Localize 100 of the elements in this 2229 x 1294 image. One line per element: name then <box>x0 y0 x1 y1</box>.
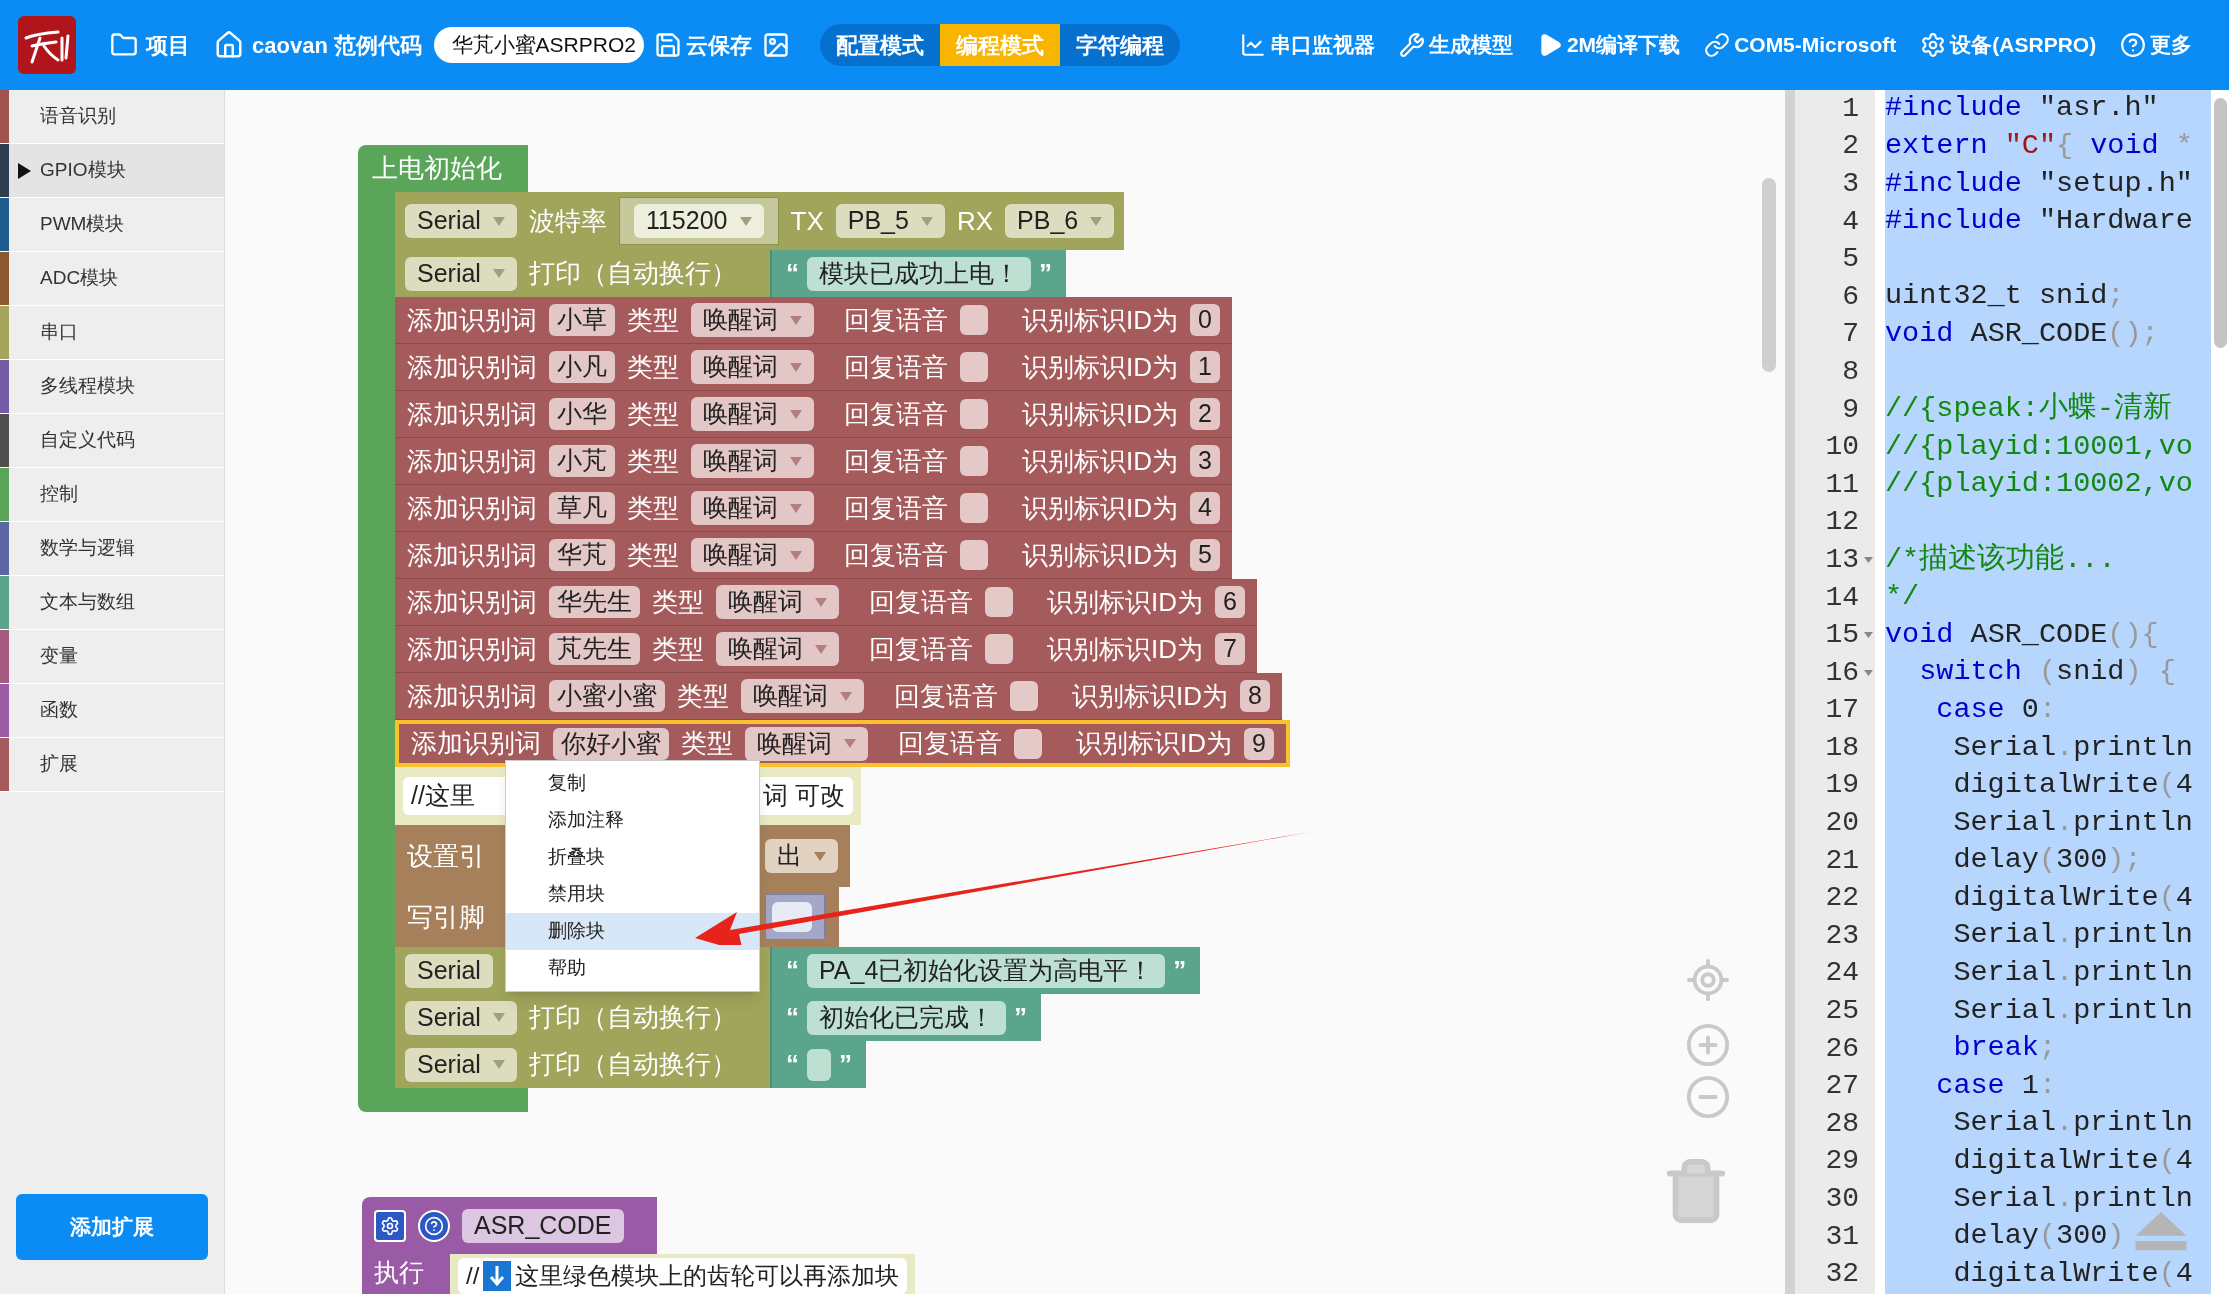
id-field[interactable]: 5 <box>1190 539 1220 571</box>
text-block[interactable]: “ 初始化已完成！ ” <box>770 994 1041 1041</box>
reply-checkbox[interactable] <box>960 493 988 523</box>
fold-caret-icon[interactable] <box>1864 669 1873 676</box>
word-field[interactable]: 你好小蜜 <box>553 727 669 760</box>
reply-checkbox[interactable] <box>960 352 988 382</box>
category-item[interactable]: 扩展 <box>0 738 224 792</box>
add-word-block[interactable]: 添加识别词 小凡 类型 唤醒词 回复语音 识别标识ID为 1 <box>395 344 1232 391</box>
id-field[interactable]: 9 <box>1244 727 1274 760</box>
type-dropdown[interactable]: 唤醒词 <box>691 350 814 384</box>
reply-checkbox[interactable] <box>985 587 1013 617</box>
word-field[interactable]: 草凡 <box>549 492 615 524</box>
category-item[interactable]: 变量 <box>0 630 224 684</box>
tx-pin-dropdown[interactable]: PB_5 <box>835 204 945 238</box>
reply-checkbox[interactable] <box>1010 681 1038 711</box>
reply-checkbox[interactable] <box>960 446 988 476</box>
type-dropdown[interactable]: 唤醒词 <box>691 491 814 525</box>
type-dropdown[interactable]: 唤醒词 <box>745 726 868 761</box>
add-word-block[interactable]: 添加识别词 小草 类型 唤醒词 回复语音 识别标识ID为 0 <box>395 297 1232 344</box>
file-name-field[interactable]: 华芃小蜜ASRPRO2 <box>433 27 644 63</box>
add-word-block[interactable]: 添加识别词 芃先生 类型 唤醒词 回复语音 识别标识ID为 7 <box>395 626 1257 673</box>
add-word-block[interactable]: 添加识别词 草凡 类型 唤醒词 回复语音 识别标识ID为 4 <box>395 485 1232 532</box>
word-field[interactable]: 小芃 <box>549 445 615 477</box>
type-dropdown[interactable]: 唤醒词 <box>691 397 814 431</box>
text-block[interactable]: “ PA_4已初始化设置为高电平！ ” <box>770 947 1201 994</box>
type-dropdown[interactable]: 唤醒词 <box>741 679 864 713</box>
id-field[interactable]: 4 <box>1190 492 1220 524</box>
baud-value-block[interactable]: 115200 <box>618 197 779 245</box>
fold-caret-icon[interactable] <box>1864 557 1873 564</box>
port-dropdown[interactable]: Serial <box>405 1047 517 1082</box>
category-item[interactable]: GPIO模块 <box>0 144 224 198</box>
id-field[interactable]: 2 <box>1190 398 1220 430</box>
word-field[interactable]: 小凡 <box>549 351 615 383</box>
id-field[interactable]: 0 <box>1190 304 1220 336</box>
text-block[interactable]: “ 模块已成功上电！ ” <box>770 250 1066 297</box>
type-dropdown[interactable]: 唤醒词 <box>691 303 814 337</box>
category-item[interactable]: 多线程模块 <box>0 360 224 414</box>
add-word-block[interactable]: 添加识别词 华先生 类型 唤醒词 回复语音 识别标识ID为 6 <box>395 579 1257 626</box>
logo-icon[interactable] <box>18 16 76 74</box>
add-word-block[interactable]: 添加识别词 你好小蜜 类型 唤醒词 回复语音 识别标识ID为 9 <box>395 720 1290 767</box>
text-field[interactable]: 初始化已完成！ <box>807 1000 1006 1035</box>
gear-button[interactable] <box>374 1209 406 1242</box>
menu-item[interactable]: 帮助 <box>506 950 759 987</box>
word-field[interactable]: 华先生 <box>549 586 640 618</box>
port-dropdown[interactable]: Serial <box>405 256 517 291</box>
baud-dropdown[interactable]: 115200 <box>633 204 764 238</box>
reply-checkbox[interactable] <box>985 634 1013 664</box>
word-field[interactable]: 芃先生 <box>549 633 640 665</box>
category-item[interactable]: 串口 <box>0 306 224 360</box>
fold-caret-icon[interactable] <box>1864 632 1873 639</box>
add-word-block[interactable]: 添加识别词 华芃 类型 唤醒词 回复语音 识别标识ID为 5 <box>395 532 1232 579</box>
help-button[interactable] <box>418 1209 450 1242</box>
id-field[interactable]: 7 <box>1215 633 1245 665</box>
category-item[interactable]: 数学与逻辑 <box>0 522 224 576</box>
reply-checkbox[interactable] <box>960 305 988 335</box>
serial-print-block[interactable]: Serial 打印（自动换行） <box>395 250 770 297</box>
category-item[interactable]: 自定义代码 <box>0 414 224 468</box>
category-item[interactable]: 函数 <box>0 684 224 738</box>
reply-checkbox[interactable] <box>960 540 988 570</box>
menu-item[interactable]: 复制 <box>506 765 759 802</box>
comment-block[interactable]: // 这里绿色模块上的齿轮可以再添加块 <box>450 1254 916 1294</box>
id-field[interactable]: 1 <box>1190 351 1220 383</box>
text-field[interactable]: 模块已成功上电！ <box>807 256 1031 291</box>
menu-item[interactable]: 添加注释 <box>506 802 759 839</box>
add-word-block[interactable]: 添加识别词 小华 类型 唤醒词 回复语音 识别标识ID为 2 <box>395 391 1232 438</box>
type-dropdown[interactable]: 唤醒词 <box>691 444 814 478</box>
menu-item[interactable]: 禁用块 <box>506 876 759 913</box>
image-icon[interactable] <box>761 31 790 59</box>
rx-pin-dropdown[interactable]: PB_6 <box>1005 204 1115 238</box>
serial-print-block[interactable]: Serial 打印（自动换行） <box>395 994 770 1041</box>
port-dropdown[interactable]: Serial <box>405 1000 517 1035</box>
menu-item[interactable]: 折叠块 <box>506 839 759 876</box>
serial-print-block[interactable]: Serial 打印（自动换行） <box>395 1041 770 1088</box>
menu-item[interactable]: 删除块 <box>506 913 759 950</box>
mode-dropdown[interactable]: 出 <box>765 839 838 873</box>
category-item[interactable]: 控制 <box>0 468 224 522</box>
port-dropdown[interactable]: Serial <box>405 204 517 238</box>
word-field[interactable]: 小蜜小蜜 <box>549 680 665 712</box>
word-field[interactable]: 小华 <box>549 398 615 430</box>
empty-text-field[interactable] <box>807 1048 831 1081</box>
category-item[interactable]: PWM模块 <box>0 198 224 252</box>
function-block-header[interactable]: ASR_CODE <box>362 1197 657 1254</box>
function-name-field[interactable]: ASR_CODE <box>462 1208 624 1243</box>
mode-tab[interactable]: 字符编程 <box>1059 24 1180 66</box>
category-item[interactable]: ADC模块 <box>0 252 224 306</box>
id-field[interactable]: 3 <box>1190 445 1220 477</box>
type-dropdown[interactable]: 唤醒词 <box>716 632 839 666</box>
add-word-block[interactable]: 添加识别词 小蜜小蜜 类型 唤醒词 回复语音 识别标识ID为 8 <box>395 673 1282 720</box>
serial-begin-block[interactable]: Serial 波特率 115200 TX PB_5 RX PB_6 <box>395 192 1125 250</box>
word-field[interactable]: 华芃 <box>549 539 615 571</box>
reply-checkbox[interactable] <box>1014 728 1042 759</box>
mode-tab[interactable]: 配置模式 <box>819 24 940 66</box>
type-dropdown[interactable]: 唤醒词 <box>716 585 839 619</box>
id-field[interactable]: 8 <box>1240 680 1270 712</box>
word-field[interactable]: 小草 <box>549 304 615 336</box>
add-word-block[interactable]: 添加识别词 小芃 类型 唤醒词 回复语音 识别标识ID为 3 <box>395 438 1232 485</box>
category-item[interactable]: 文本与数组 <box>0 576 224 630</box>
reply-checkbox[interactable] <box>960 399 988 429</box>
port-dropdown[interactable]: Serial <box>405 953 493 988</box>
text-field[interactable]: PA_4已初始化设置为高电平！ <box>807 953 1166 988</box>
